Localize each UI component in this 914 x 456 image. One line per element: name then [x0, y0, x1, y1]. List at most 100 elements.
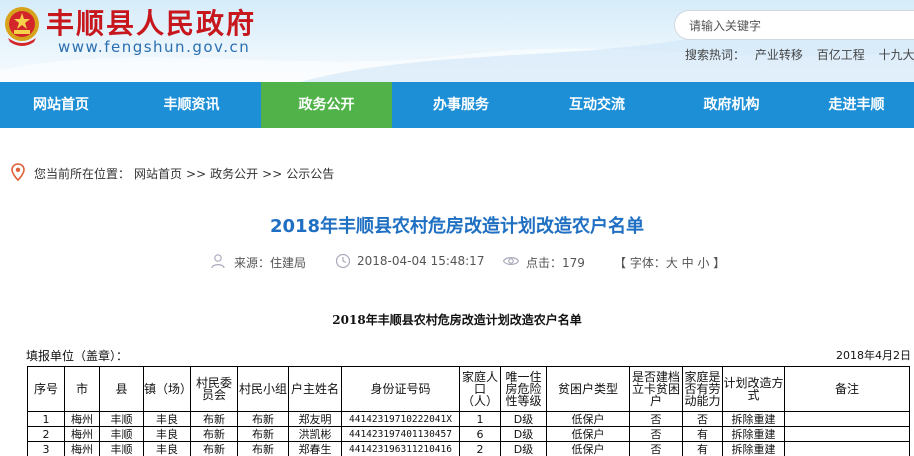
table-cell: 洪凯彬: [288, 426, 342, 442]
search-input[interactable]: [689, 16, 889, 36]
nav-item-agencies[interactable]: 政府机构: [664, 82, 799, 128]
article-meta: 来源：住建局 2018-04-04 15:48:17 点击：179 【 字体：大…: [0, 252, 914, 272]
column-header: 市: [64, 366, 100, 412]
table-cell: 郑友明: [288, 411, 342, 427]
table-cell: 否: [629, 411, 683, 427]
table-cell: 丰顺: [99, 441, 144, 456]
table-cell: 丰良: [143, 441, 191, 456]
table-cell: 有: [682, 426, 723, 442]
hotword-link[interactable]: 十九大: [879, 48, 914, 62]
national-emblem-icon: [5, 7, 39, 46]
table-cell: 低保户: [546, 441, 630, 456]
column-header: 户主姓名: [288, 366, 342, 412]
table-cell: 低保户: [546, 411, 630, 427]
table-cell: 布新: [237, 441, 289, 456]
table-cell: 丰顺: [99, 411, 144, 427]
table-row: 3 梅州 丰顺 丰良 布新 布新 郑春生 441423196311210416 …: [27, 441, 910, 456]
table-cell: 布新: [190, 426, 238, 442]
table-cell: 2: [459, 441, 501, 456]
table-cell: 3: [27, 441, 65, 456]
table-cell: D级: [500, 426, 547, 442]
household-table-wrap: 序号 市 县 镇（场） 村民委员会 村民小组 户主姓名 身份证号码 家庭人口（人…: [27, 366, 910, 456]
table-cell: 布新: [237, 426, 289, 442]
table-cell: 丰良: [143, 426, 191, 442]
hotword-link[interactable]: 百亿工程: [817, 48, 865, 62]
column-header: 计划改造方式: [722, 366, 785, 412]
table-cell: 否: [682, 411, 723, 427]
site-title[interactable]: 丰顺县人民政府: [46, 2, 256, 42]
table-cell: 丰良: [143, 411, 191, 427]
site-url[interactable]: www.fengshun.gov.cn: [58, 38, 250, 56]
table-cell: 布新: [190, 411, 238, 427]
breadcrumb-separator: >>: [186, 167, 207, 181]
hotwords-label: 搜索热词：: [685, 48, 746, 62]
column-header: 家庭人口（人）: [459, 366, 501, 412]
location-pin-icon: [11, 163, 25, 181]
article-clicks: 点击：179: [526, 256, 585, 270]
column-header: 身份证号码: [341, 366, 460, 412]
article-date: 2018-04-04 15:48:17: [357, 254, 485, 268]
nav-item-home[interactable]: 网站首页: [0, 82, 122, 128]
table-cell: 6: [459, 426, 501, 442]
table-cell: 低保户: [546, 426, 630, 442]
table-cell: 1: [459, 411, 501, 427]
main-nav: 网站首页 丰顺资讯 政务公开 办事服务 互动交流 政府机构 走进丰顺: [0, 82, 914, 128]
breadcrumb: 您当前所在位置： 网站首页 >> 政务公开 >> 公示公告: [34, 165, 338, 182]
breadcrumb-prefix: 您当前所在位置：: [34, 167, 131, 181]
table-cell: 44142319710222041X: [341, 411, 460, 427]
article-source: 来源：住建局: [234, 256, 307, 270]
column-header: 序号: [27, 366, 65, 412]
table-cell: 拆除重建: [722, 441, 785, 456]
column-header: 唯一住房危险性等级: [500, 366, 547, 412]
table-row: 1 梅州 丰顺 丰良 布新 布新 郑友明 44142319710222041X …: [27, 411, 910, 427]
font-size-switcher[interactable]: 【 字体：大 中 小 】: [614, 254, 725, 271]
document-title: 2018年丰顺县农村危房改造计划改造农户名单: [332, 313, 582, 327]
nav-item-news[interactable]: 丰顺资讯: [122, 82, 261, 128]
nav-item-services[interactable]: 办事服务: [392, 82, 530, 128]
column-header: 备注: [784, 366, 910, 412]
table-cell: [784, 426, 910, 442]
table-cell: 梅州: [64, 411, 100, 427]
search-box: [674, 10, 914, 40]
hotwords: 搜索热词： 产业转移 百亿工程 十九大: [685, 46, 914, 63]
eye-icon: [502, 257, 520, 265]
column-header: 家庭是否有劳动能力: [682, 366, 723, 412]
table-cell: [784, 411, 910, 427]
breadcrumb-item-notices[interactable]: 公示公告: [286, 167, 334, 181]
column-header: 是否建档立卡贫困户: [629, 366, 683, 412]
table-cell: 拆除重建: [722, 411, 785, 427]
household-table: 序号 市 县 镇（场） 村民委员会 村民小组 户主姓名 身份证号码 家庭人口（人…: [27, 366, 910, 456]
hotword-link[interactable]: 产业转移: [755, 48, 803, 62]
clock-icon: [335, 253, 351, 269]
table-cell: 布新: [190, 441, 238, 456]
user-icon: [211, 254, 225, 269]
nav-item-gov-affairs[interactable]: 政务公开: [261, 82, 392, 128]
column-header: 贫困户类型: [546, 366, 630, 412]
table-cell: 丰顺: [99, 426, 144, 442]
table-cell: D级: [500, 411, 547, 427]
column-header: 镇（场）: [143, 366, 192, 412]
table-cell: 441423196311210416: [341, 441, 460, 456]
table-cell: 梅州: [64, 426, 100, 442]
table-cell: 否: [629, 441, 683, 456]
fill-unit-label: 填报单位（盖章）：: [26, 349, 129, 363]
table-cell: [784, 441, 910, 456]
column-header: 村民委员会: [190, 366, 238, 412]
table-cell: 郑春生: [288, 441, 342, 456]
column-header: 县: [99, 366, 144, 412]
table-cell: 否: [629, 426, 683, 442]
breadcrumb-item-gov-affairs[interactable]: 政务公开: [210, 167, 258, 181]
fill-date: 2018年4月2日: [836, 349, 911, 362]
table-cell: 1: [27, 411, 65, 427]
breadcrumb-separator: >>: [262, 167, 283, 181]
table-row: 2 梅州 丰顺 丰良 布新 布新 洪凯彬 441423197401130457 …: [27, 426, 910, 442]
nav-item-about[interactable]: 走进丰顺: [799, 82, 914, 128]
table-cell: D级: [500, 441, 547, 456]
nav-item-interaction[interactable]: 互动交流: [530, 82, 664, 128]
table-cell: 拆除重建: [722, 426, 785, 442]
site-header: 丰顺县人民政府 www.fengshun.gov.cn 搜索热词： 产业转移 百…: [0, 0, 914, 82]
table-cell: 2: [27, 426, 65, 442]
breadcrumb-item-home[interactable]: 网站首页: [134, 167, 182, 181]
table-header-row: 序号 市 县 镇（场） 村民委员会 村民小组 户主姓名 身份证号码 家庭人口（人…: [27, 366, 910, 412]
article-title: 2018年丰顺县农村危房改造计划改造农户名单: [269, 216, 645, 237]
